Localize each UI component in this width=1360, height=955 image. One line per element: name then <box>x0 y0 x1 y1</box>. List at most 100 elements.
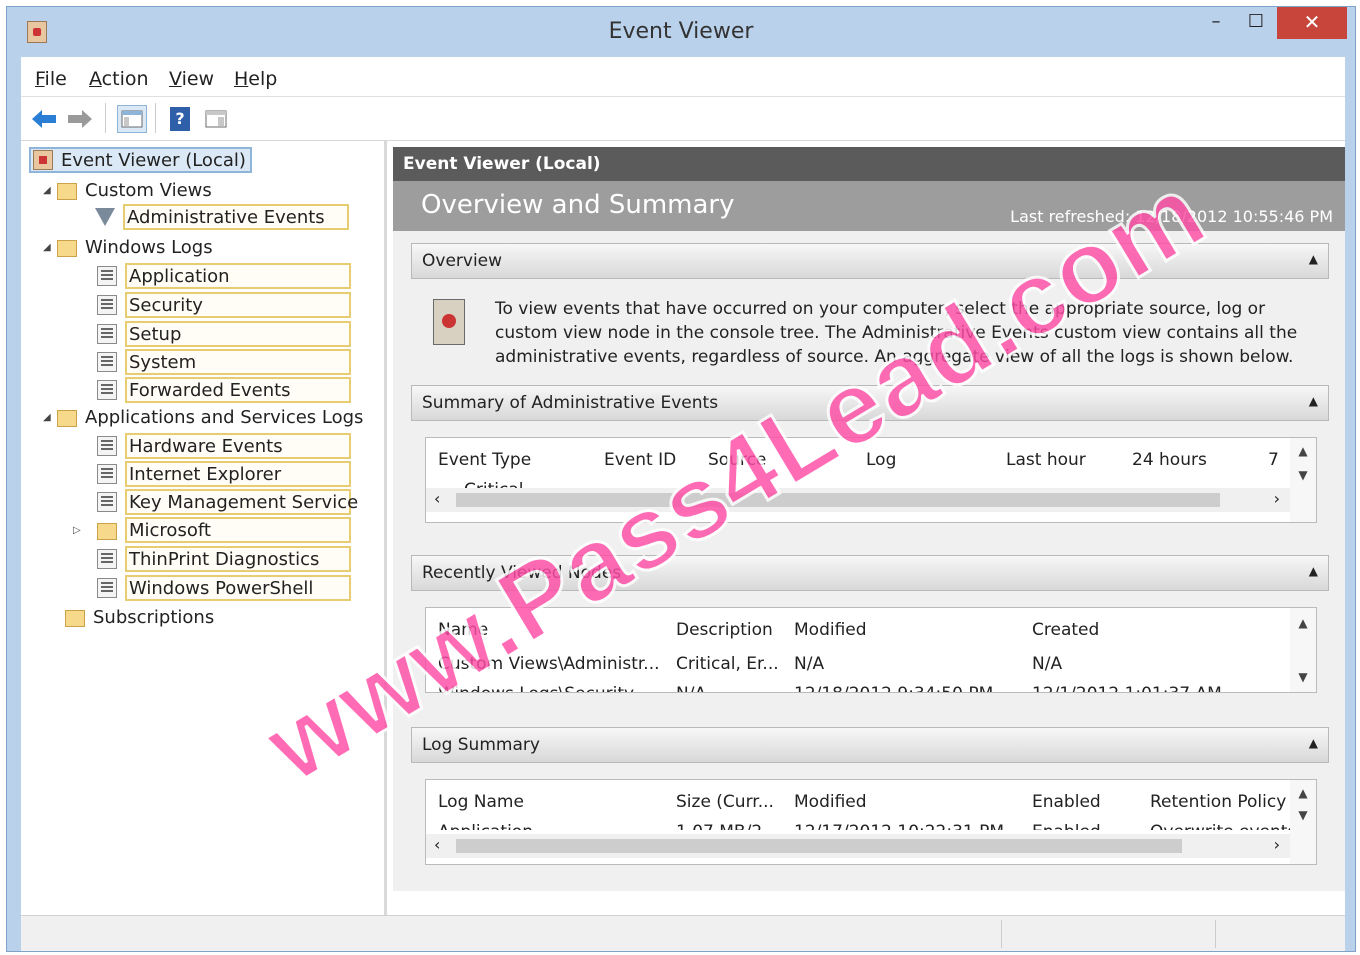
event-log-icon <box>433 299 465 345</box>
scroll-right-icon[interactable]: › <box>1274 835 1280 854</box>
row-name[interactable]: Custom Views\Administr... <box>438 654 660 674</box>
help-icon[interactable]: ? <box>165 105 195 133</box>
tree-item-setup[interactable]: Setup <box>97 321 351 347</box>
forward-arrow-icon[interactable] <box>65 105 95 133</box>
tree-item-thinprint-diagnostics[interactable]: ThinPrint Diagnostics <box>97 546 351 572</box>
tree-item-forwarded-events[interactable]: Forwarded Events <box>97 377 351 403</box>
vertical-scrollbar[interactable]: ▲ ▼ <box>1290 608 1316 692</box>
scroll-down-icon[interactable]: ▼ <box>1290 670 1316 684</box>
tree-label: ThinPrint Diagnostics <box>125 546 351 572</box>
scroll-up-icon[interactable]: ▲ <box>1290 786 1316 800</box>
column-header-source[interactable]: Source <box>708 450 766 470</box>
horizontal-scrollbar[interactable]: ‹ › <box>426 834 1316 858</box>
maximize-button[interactable]: ☐ <box>1233 7 1279 39</box>
recent-nodes-section-header[interactable]: Recently Viewed Nodes ▲ <box>411 555 1329 591</box>
row-event-type[interactable]: Critical <box>464 480 523 488</box>
back-arrow-icon[interactable] <box>29 105 59 133</box>
column-header-event-id[interactable]: Event ID <box>604 450 676 470</box>
row-log-name[interactable]: Application <box>438 822 533 830</box>
menu-view[interactable]: View <box>169 68 214 90</box>
log-icon <box>97 324 117 344</box>
row-name[interactable]: Windows Logs\Security <box>438 684 634 692</box>
row-enabled[interactable]: Enabled <box>1032 822 1101 830</box>
close-button[interactable]: ✕ <box>1277 7 1347 39</box>
row-modified[interactable]: 12/17/2012 10:22:31 PM <box>794 822 1004 830</box>
tree-item-hardware-events[interactable]: Hardware Events <box>97 433 351 459</box>
tree-item-internet-explorer[interactable]: Internet Explorer <box>97 461 351 487</box>
column-header-24-hours[interactable]: 24 hours <box>1132 450 1207 470</box>
menu-help[interactable]: Help <box>234 68 277 90</box>
tree-item-windows-logs[interactable]: ◢ Windows Logs <box>43 234 213 260</box>
tree-item-subscriptions[interactable]: Subscriptions <box>65 604 214 630</box>
column-header-modified[interactable]: Modified <box>794 792 867 812</box>
tree-item-key-management-service[interactable]: Key Management Service <box>97 489 358 515</box>
tree-item-windows-powershell[interactable]: Windows PowerShell <box>97 575 351 601</box>
expanded-arrow-icon[interactable]: ◢ <box>43 242 57 253</box>
collapse-caret-icon[interactable]: ▲ <box>1309 394 1318 408</box>
tree-label: Windows PowerShell <box>125 575 351 601</box>
main-content: Event Viewer (Local) ◢ Custom Views Admi… <box>21 141 1345 915</box>
collapse-caret-icon[interactable]: ▲ <box>1309 564 1318 578</box>
menu-action[interactable]: Action <box>89 68 149 90</box>
horizontal-scrollbar[interactable]: ‹ › <box>426 488 1316 512</box>
row-modified[interactable]: 12/18/2012 9:34:50 PM <box>794 684 993 692</box>
section-title: Overview <box>422 251 503 271</box>
column-header-log[interactable]: Log <box>866 450 896 470</box>
column-header-event-type[interactable]: Event Type <box>438 450 531 470</box>
tree-label: System <box>125 349 351 375</box>
column-header-7-days[interactable]: 7 <box>1268 450 1279 470</box>
column-header-retention-policy[interactable]: Retention Policy <box>1150 792 1286 812</box>
column-header-enabled[interactable]: Enabled <box>1032 792 1101 812</box>
column-header-name[interactable]: Name <box>438 620 488 640</box>
tree-item-application[interactable]: Application <box>97 263 351 289</box>
menu-file[interactable]: File <box>35 68 67 90</box>
collapse-caret-icon[interactable]: ▲ <box>1309 252 1318 266</box>
row-description[interactable]: Critical, Er... <box>676 654 779 674</box>
column-header-size[interactable]: Size (Curr... <box>676 792 774 812</box>
scroll-down-icon[interactable]: ▼ <box>1290 808 1316 822</box>
tree-item-security[interactable]: Security <box>97 292 351 318</box>
folder-icon <box>57 240 77 257</box>
collapse-caret-icon[interactable]: ▲ <box>1309 736 1318 750</box>
tree-item-event-viewer-local[interactable]: Event Viewer (Local) <box>29 147 252 173</box>
column-header-description[interactable]: Description <box>676 620 773 640</box>
tree-item-apps-services-logs[interactable]: ◢ Applications and Services Logs <box>43 404 363 430</box>
show-hide-action-pane-icon[interactable] <box>201 105 231 133</box>
tree-item-system[interactable]: System <box>97 349 351 375</box>
vertical-scrollbar[interactable]: ▲ ▼ <box>1290 438 1316 522</box>
column-header-modified[interactable]: Modified <box>794 620 867 640</box>
expanded-arrow-icon[interactable]: ◢ <box>43 185 57 196</box>
overview-section-header[interactable]: Overview ▲ <box>411 243 1329 279</box>
tree-item-custom-views[interactable]: ◢ Custom Views <box>43 177 212 203</box>
tree-item-microsoft[interactable]: ▷ Microsoft <box>73 517 351 543</box>
tree-item-administrative-events[interactable]: Administrative Events <box>95 204 349 230</box>
row-modified[interactable]: N/A <box>794 654 824 674</box>
column-header-log-name[interactable]: Log Name <box>438 792 524 812</box>
vertical-scrollbar[interactable]: ▲ ▼ <box>1290 780 1316 864</box>
row-created[interactable]: 12/1/2012 1:01:37 AM <box>1032 684 1222 692</box>
row-retention-policy[interactable]: Overwrite events <box>1150 822 1296 830</box>
column-header-created[interactable]: Created <box>1032 620 1099 640</box>
summary-section-header[interactable]: Summary of Administrative Events ▲ <box>411 385 1329 421</box>
tree-label: Setup <box>125 321 351 347</box>
log-summary-section-header[interactable]: Log Summary ▲ <box>411 727 1329 763</box>
row-created[interactable]: N/A <box>1032 654 1062 674</box>
expanded-arrow-icon[interactable]: ◢ <box>43 412 57 423</box>
scrollbar-thumb[interactable] <box>456 839 1182 853</box>
tree-label: Key Management Service <box>125 489 358 515</box>
row-size[interactable]: 1.07 MB/2... <box>676 822 778 830</box>
scroll-up-icon[interactable]: ▲ <box>1290 444 1316 458</box>
scroll-up-icon[interactable]: ▲ <box>1290 616 1316 630</box>
scroll-left-icon[interactable]: ‹ <box>434 489 440 508</box>
scrollbar-thumb[interactable] <box>456 493 1220 507</box>
collapsed-arrow-icon[interactable]: ▷ <box>73 525 97 536</box>
results-pane: Event Viewer (Local) Overview and Summar… <box>393 147 1345 891</box>
row-description[interactable]: N/A <box>676 684 706 692</box>
scroll-left-icon[interactable]: ‹ <box>434 835 440 854</box>
tree-label: Administrative Events <box>123 204 349 230</box>
scroll-down-icon[interactable]: ▼ <box>1290 468 1316 482</box>
event-viewer-icon <box>33 150 53 170</box>
column-header-last-hour[interactable]: Last hour <box>1006 450 1086 470</box>
scroll-right-icon[interactable]: › <box>1274 489 1280 508</box>
show-hide-console-tree-icon[interactable] <box>117 105 147 133</box>
